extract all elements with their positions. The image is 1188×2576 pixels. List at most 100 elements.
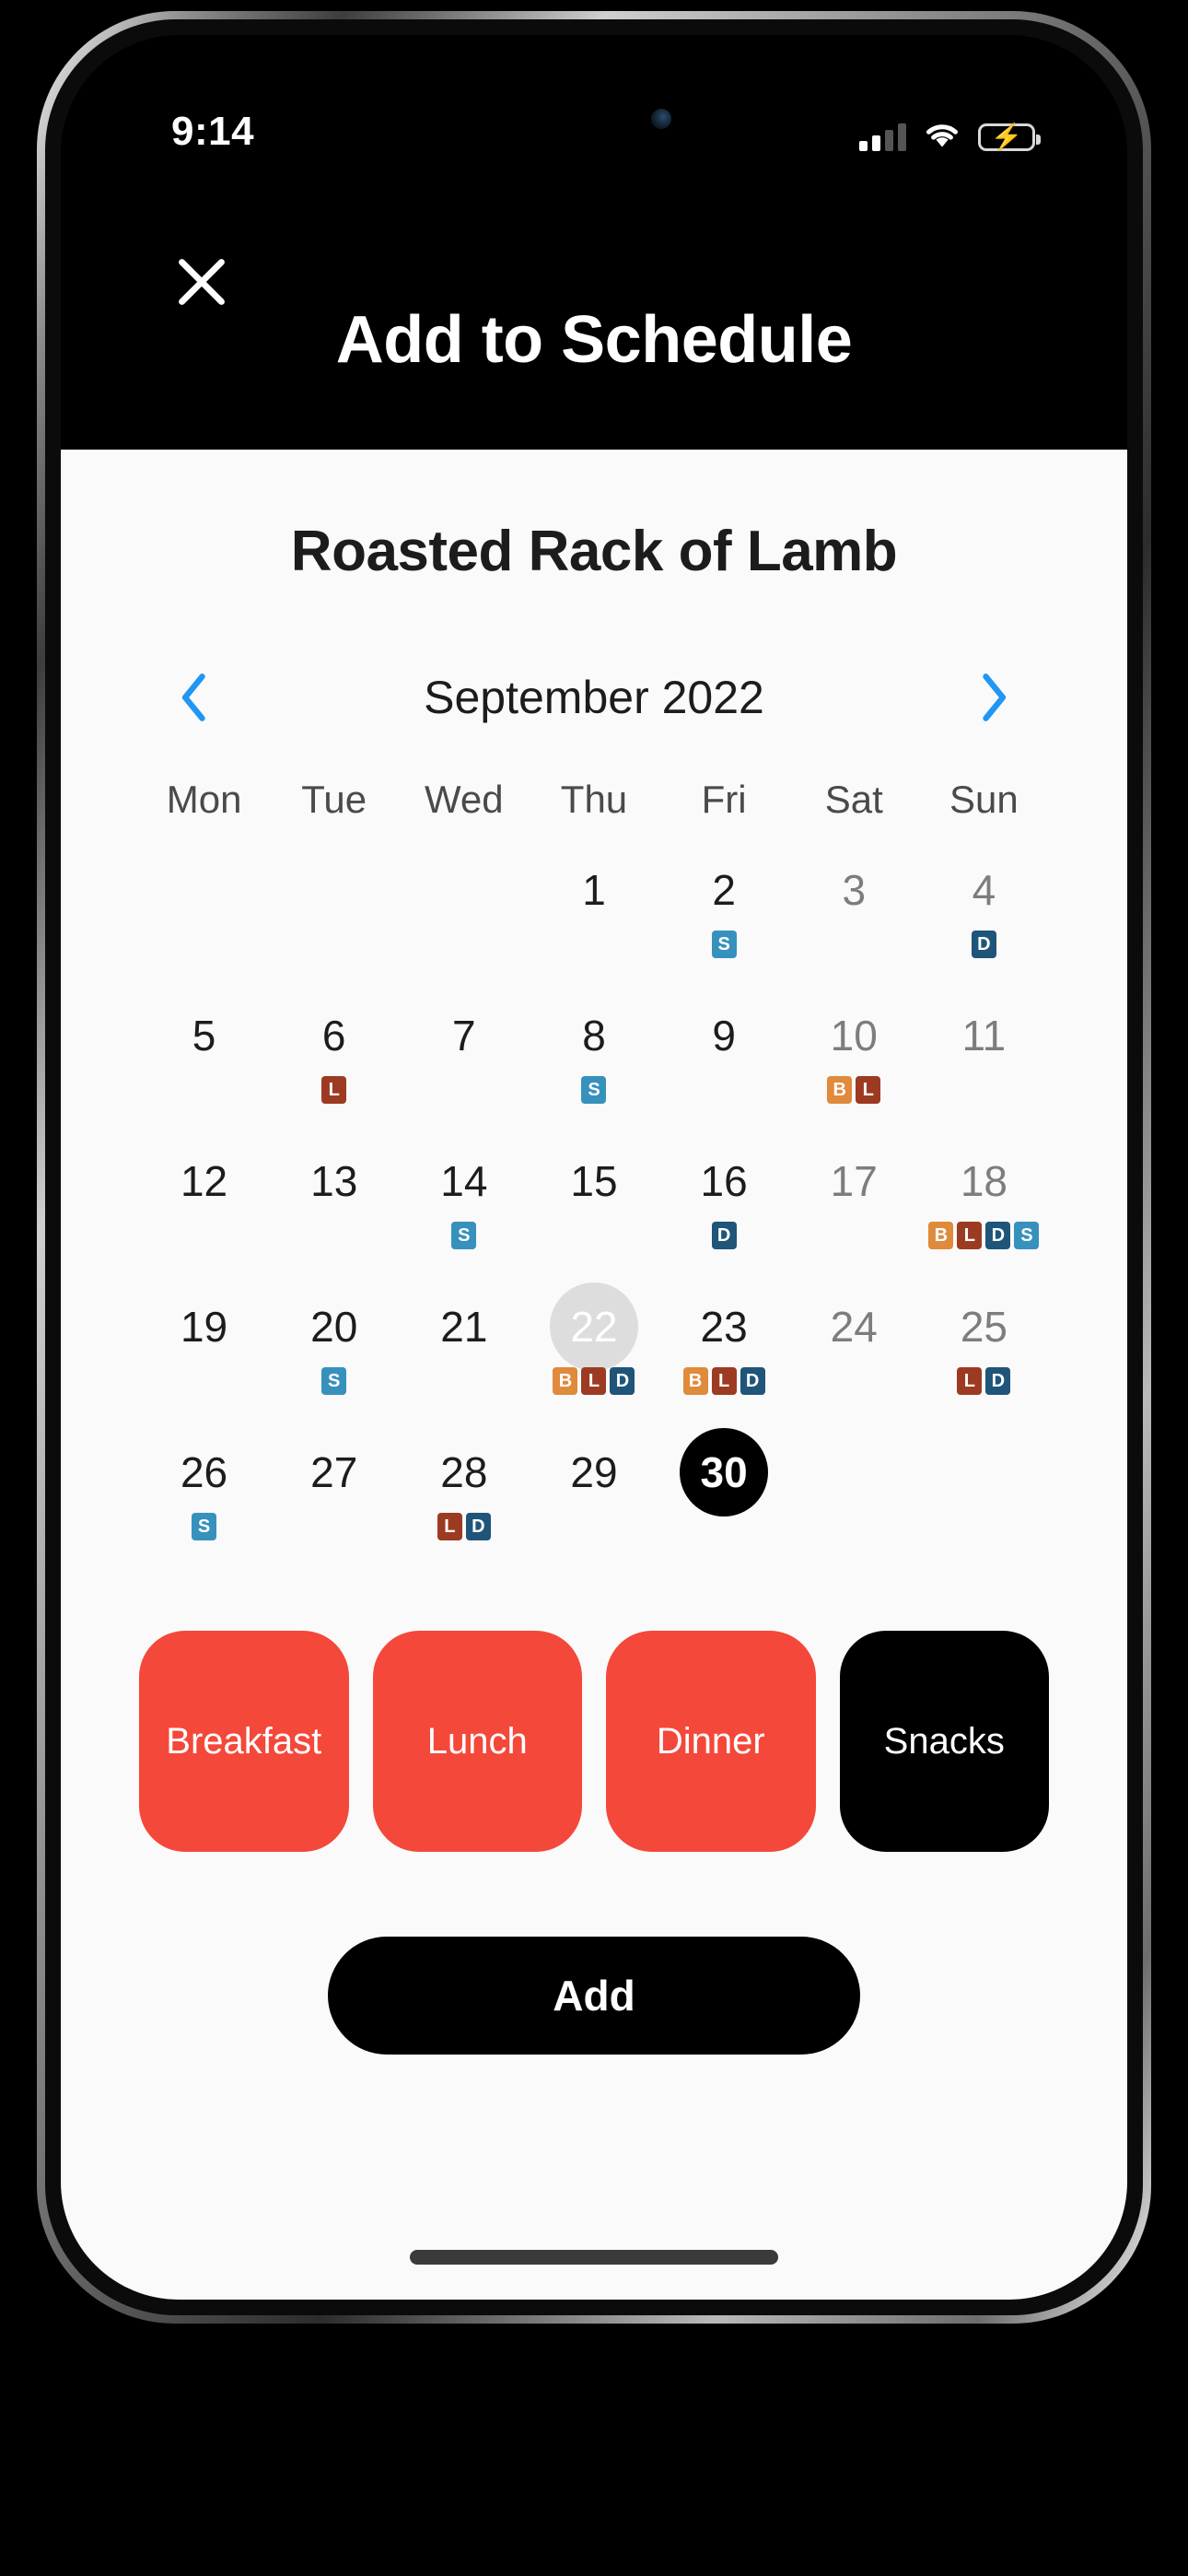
meal-badges: S [321, 1367, 347, 1395]
calendar-day-cell[interactable]: 17 [789, 1137, 919, 1282]
calendar-day-cell[interactable]: 12 [139, 1137, 269, 1282]
calendar-day-number: 21 [440, 1303, 488, 1351]
calendar-day-number: 18 [960, 1157, 1007, 1205]
meal-badge-d: D [711, 1222, 737, 1249]
meal-badge-b: B [928, 1222, 954, 1249]
calendar-day-cell[interactable]: 5 [139, 991, 269, 1137]
weekday-label: Tue [301, 778, 367, 821]
calendar-day-cell[interactable]: 21 [399, 1282, 529, 1428]
meal-badge-s: S [321, 1367, 347, 1395]
calendar-day-number: 8 [582, 1012, 606, 1060]
calendar-day-cell[interactable]: 25 L D [919, 1282, 1049, 1428]
weekday-label: Wed [425, 778, 504, 821]
calendar-day-empty [789, 1428, 919, 1574]
meal-option-breakfast[interactable]: Breakfast [139, 1631, 349, 1852]
calendar-day-number: 10 [830, 1012, 878, 1060]
chevron-right-icon[interactable] [961, 665, 1026, 730]
phone-inner-bezel: 9:14 ⚡ Add to Schedule Roasted Rack of L… [45, 19, 1143, 2315]
dynamic-island [476, 61, 712, 125]
meal-badges: S [451, 1222, 477, 1249]
meal-badges: L [321, 1076, 347, 1104]
meal-badges: BLDS [928, 1222, 1040, 1249]
meal-badges: D [711, 1222, 737, 1249]
add-button[interactable]: Add [328, 1937, 860, 2055]
chevron-left-icon[interactable] [162, 665, 227, 730]
calendar-day-cell[interactable]: 4D [919, 846, 1049, 991]
meal-badges: S [192, 1513, 217, 1540]
calendar-day-number: 22 [549, 1282, 638, 1371]
meal-option-dinner[interactable]: Dinner [606, 1631, 816, 1852]
calendar-grid: Mon Tue Wed Thu Fri Sat Sun 1 2 S 3 4 D 5 6 L 7 8 S 9 10 B L 1… [139, 778, 1049, 1574]
meal-badge-l: L [957, 1367, 983, 1395]
month-navigation: September 2022 [162, 665, 1026, 730]
calendar-day-cell[interactable]: 18 B L D S [919, 1137, 1049, 1282]
meal-badge-d: D [971, 931, 996, 958]
page-title: Add to Schedule [335, 303, 853, 377]
calendar-day-number: 26 [180, 1448, 228, 1496]
calendar-day-number: 7 [452, 1012, 476, 1060]
meal-badge-l: L [321, 1076, 347, 1104]
calendar-day-cell[interactable]: 14 S [399, 1137, 529, 1282]
calendar-day-cell[interactable]: 30 [659, 1428, 789, 1574]
wifi-icon [923, 120, 961, 154]
calendar-day-cell[interactable]: 7 [399, 991, 529, 1137]
meal-badge-s: S [451, 1222, 477, 1249]
calendar-week-row: 12 13 14 S 15 16 D 17 18 B L D S [139, 1137, 1049, 1282]
weekday-label: Sun [949, 778, 1019, 821]
calendar-day-cell[interactable]: 15 [529, 1137, 658, 1282]
weekday-label: Fri [701, 778, 747, 821]
calendar-day-cell[interactable]: 20 S [269, 1282, 399, 1428]
weekday-label: Sat [824, 778, 883, 821]
home-indicator[interactable] [410, 2250, 778, 2265]
calendar-day-cell[interactable]: 26 S [139, 1428, 269, 1574]
calendar-day-empty [399, 846, 529, 991]
meal-badge-l: L [581, 1367, 607, 1395]
calendar-day-number: 24 [830, 1303, 878, 1351]
meal-badge-d: D [740, 1367, 765, 1395]
calendar-day-cell[interactable]: 2S [659, 846, 789, 991]
meal-badges: S [581, 1076, 607, 1104]
meal-option-lunch[interactable]: Lunch [372, 1631, 582, 1852]
meal-badge-s: S [1014, 1222, 1040, 1249]
calendar-day-cell[interactable]: 13 [269, 1137, 399, 1282]
calendar-day-cell[interactable]: 23 B L D [659, 1282, 789, 1428]
calendar-day-cell[interactable]: 3 [789, 846, 919, 991]
calendar-day-number: 2 [712, 866, 736, 914]
calendar-week-row: 19 20 S 21 22 B L D 23 B L D 24 25 L D [139, 1282, 1049, 1428]
calendar-day-number: 6 [321, 1012, 346, 1060]
meal-badge-b: B [553, 1367, 578, 1395]
meal-badge-l: L [711, 1367, 737, 1395]
calendar-day-cell[interactable]: 6L [269, 991, 399, 1137]
calendar-day-number: 28 [440, 1448, 488, 1496]
recipe-title: Roasted Rack of Lamb [290, 520, 898, 583]
calendar-day-cell[interactable]: 24 [789, 1282, 919, 1428]
calendar-day-cell[interactable]: 1 [529, 846, 658, 991]
calendar-day-cell[interactable]: 29 [529, 1428, 658, 1574]
calendar-day-number: 29 [570, 1448, 618, 1496]
calendar-day-cell[interactable]: 27 [269, 1428, 399, 1574]
calendar-day-cell[interactable]: 19 [139, 1282, 269, 1428]
meal-option-snacks[interactable]: Snacks [839, 1631, 1049, 1852]
weekday-label: Mon [166, 778, 242, 821]
weekday-header-row: Mon Tue Wed Thu Fri Sat Sun [139, 778, 1049, 846]
calendar-day-cell[interactable]: 10 B L [789, 991, 919, 1137]
meal-badge-l: L [957, 1222, 983, 1249]
calendar-day-number: 11 [961, 1012, 1007, 1060]
calendar-day-cell[interactable]: 16 D [659, 1137, 789, 1282]
meal-badge-l: L [437, 1513, 462, 1540]
calendar-day-number: 4 [972, 866, 996, 914]
meal-badge-s: S [581, 1076, 607, 1104]
calendar-week-row: 5 6 L 7 8 S 9 10 B L 11 [139, 991, 1049, 1137]
calendar-day-cell[interactable]: 8S [529, 991, 658, 1137]
calendar-day-cell[interactable]: 9 [659, 991, 789, 1137]
calendar-day-number: 13 [310, 1157, 358, 1205]
meal-badge-d: D [985, 1367, 1011, 1395]
calendar-day-cell[interactable]: 22 B L D [529, 1282, 658, 1428]
calendar-day-number [809, 1428, 898, 1516]
calendar-day-number: 27 [310, 1448, 358, 1496]
calendar-day-cell[interactable]: 28 L D [399, 1428, 529, 1574]
calendar-day-cell[interactable]: 11 [919, 991, 1049, 1137]
calendar-day-empty [919, 1428, 1049, 1574]
calendar-day-number [420, 846, 508, 934]
meal-badge-b: B [827, 1076, 853, 1104]
